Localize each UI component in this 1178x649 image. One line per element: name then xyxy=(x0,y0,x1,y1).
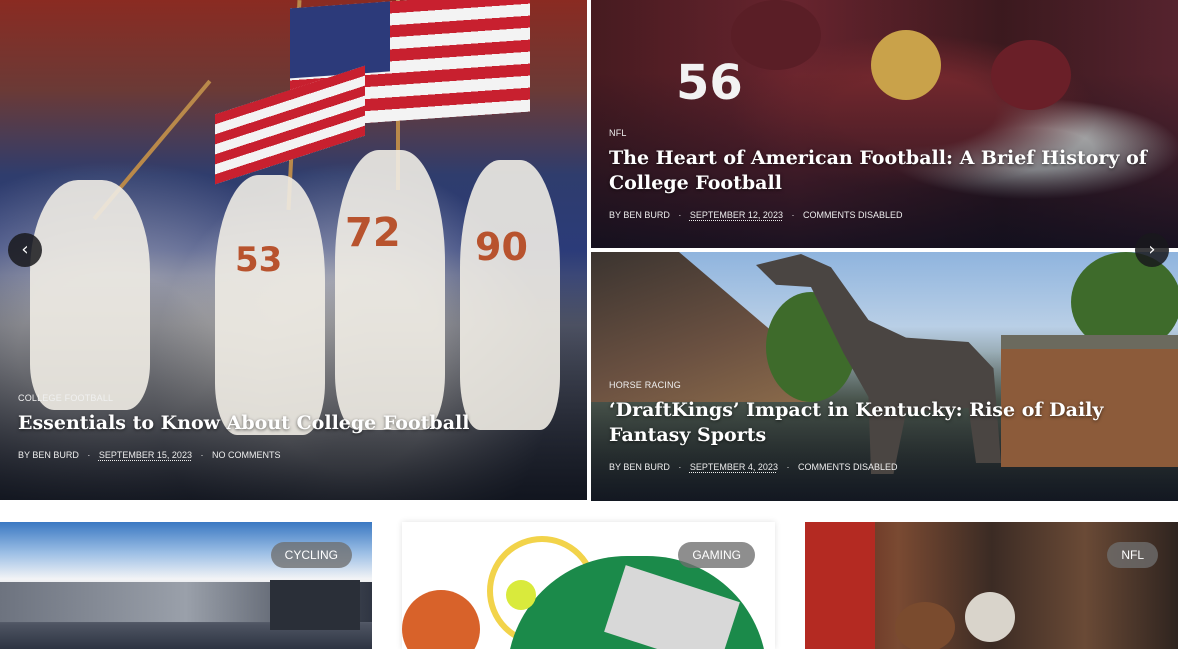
post-category[interactable]: NFL xyxy=(609,128,1160,138)
featured-post-bottom-right-overlay: HORSE RACING ‘DraftKings’ Impact in Kent… xyxy=(609,380,1160,472)
featured-slider: 53 72 90 COLLEGE FOOTBALL Essentials to … xyxy=(0,0,1178,501)
basketball-icon xyxy=(402,590,480,649)
byline-prefix: BY xyxy=(609,462,621,472)
helmet-image xyxy=(991,40,1071,110)
post-meta: BY BEN BURD · SEPTEMBER 15, 2023 · NO CO… xyxy=(18,450,569,460)
helmet-image xyxy=(731,0,821,70)
featured-post-top-right-overlay: NFL The Heart of American Football: A Br… xyxy=(609,128,1160,220)
post-author[interactable]: BEN BURD xyxy=(32,450,79,460)
post-card-cycling[interactable]: CYCLING xyxy=(0,522,372,649)
byline-prefix: BY xyxy=(18,450,30,460)
jersey-number: 72 xyxy=(345,210,401,256)
jersey-number: 53 xyxy=(235,240,283,280)
featured-post-main[interactable]: 53 72 90 COLLEGE FOOTBALL Essentials to … xyxy=(0,0,587,500)
post-author[interactable]: BEN BURD xyxy=(623,210,670,220)
chevron-right-icon: › xyxy=(1148,239,1156,260)
post-category[interactable]: HORSE RACING xyxy=(609,380,1160,390)
memorabilia-image xyxy=(805,522,875,649)
player-figure xyxy=(30,180,150,410)
post-card-gaming[interactable]: GAMING xyxy=(402,522,775,649)
slider-prev-button[interactable]: ‹ xyxy=(8,233,42,267)
meta-separator: · xyxy=(791,210,795,220)
featured-post-main-overlay: COLLEGE FOOTBALL Essentials to Know Abou… xyxy=(18,393,569,460)
chevron-left-icon: ‹ xyxy=(21,239,29,260)
post-date[interactable]: SEPTEMBER 4, 2023 xyxy=(690,462,778,472)
category-badge[interactable]: GAMING xyxy=(678,542,755,568)
meta-separator: · xyxy=(200,450,204,460)
post-date[interactable]: SEPTEMBER 12, 2023 xyxy=(690,210,783,220)
slider-next-button[interactable]: › xyxy=(1135,233,1169,267)
post-date[interactable]: SEPTEMBER 15, 2023 xyxy=(99,450,192,460)
player-figure xyxy=(460,160,560,430)
category-badge[interactable]: CYCLING xyxy=(270,542,352,568)
jersey-number: 56 xyxy=(676,55,743,111)
tennis-ball-icon xyxy=(506,580,536,610)
post-comments: COMMENTS DISABLED xyxy=(802,210,903,220)
byline-prefix: BY xyxy=(609,210,621,220)
post-title[interactable]: ‘DraftKings’ Impact in Kentucky: Rise of… xyxy=(609,398,1160,448)
meta-separator: · xyxy=(786,462,790,472)
helmet-image xyxy=(871,30,941,100)
scoreboard-image xyxy=(270,580,360,630)
post-title[interactable]: Essentials to Know About College Footbal… xyxy=(18,411,569,436)
post-category[interactable]: COLLEGE FOOTBALL xyxy=(18,393,569,403)
player-figure xyxy=(335,150,445,430)
post-comments: NO COMMENTS xyxy=(211,450,281,460)
jersey-number: 90 xyxy=(475,225,528,269)
meta-separator: · xyxy=(678,462,682,472)
post-meta: BY BEN BURD · SEPTEMBER 4, 2023 · COMMEN… xyxy=(609,462,1160,472)
category-badge[interactable]: NFL xyxy=(1107,542,1158,568)
post-title[interactable]: The Heart of American Football: A Brief … xyxy=(609,146,1160,196)
post-author[interactable]: BEN BURD xyxy=(623,462,670,472)
post-meta: BY BEN BURD · SEPTEMBER 12, 2023 · COMME… xyxy=(609,210,1160,220)
helmet-image xyxy=(965,592,1015,642)
post-comments: COMMENTS DISABLED xyxy=(797,462,898,472)
featured-post-bottom-right[interactable]: HORSE RACING ‘DraftKings’ Impact in Kent… xyxy=(591,252,1178,501)
post-card-nfl[interactable]: NFL xyxy=(805,522,1178,649)
meta-separator: · xyxy=(678,210,682,220)
football-icon xyxy=(895,602,955,649)
featured-post-top-right[interactable]: 56 NFL The Heart of American Football: A… xyxy=(591,0,1178,248)
meta-separator: · xyxy=(87,450,91,460)
